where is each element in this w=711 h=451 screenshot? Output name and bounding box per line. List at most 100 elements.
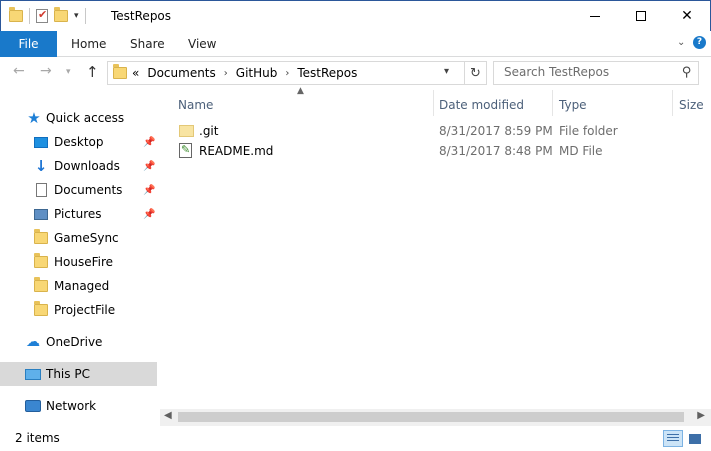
sidebar-item-label: Quick access [46,111,125,125]
tab-file[interactable]: File [0,31,57,57]
breadcrumb: « Documents › GitHub › TestRepos [132,66,357,80]
title-bar: ▾ TestRepos ✕ [0,0,711,31]
star-icon: ★ [27,109,41,127]
tab-share[interactable]: Share [130,31,165,57]
sidebar-item-desktop[interactable]: Desktop 📌 [0,130,157,154]
folder-icon [179,123,194,137]
navigation-pane: ★ Quick access Desktop 📌 ↓ Downloads 📌 D… [0,88,160,427]
column-header-size[interactable]: Size [679,94,704,116]
column-divider[interactable] [433,90,434,116]
sidebar-item-this-pc[interactable]: This PC [0,362,157,386]
sidebar-item-housefire[interactable]: HouseFire [0,250,157,274]
tab-home[interactable]: Home [71,31,106,57]
maximize-icon [636,11,646,21]
help-icon[interactable]: ? [693,36,706,49]
folder-icon [33,253,49,270]
sidebar-item-onedrive[interactable]: ☁ OneDrive [0,330,157,354]
properties-icon[interactable] [36,8,48,23]
column-divider[interactable] [552,90,553,116]
maximize-button[interactable] [618,1,664,31]
up-icon[interactable]: ↑ [86,63,99,81]
customize-toolbar-dropdown-icon[interactable]: ▾ [74,11,79,21]
breadcrumb-github[interactable]: GitHub [236,66,278,80]
cloud-icon: ☁ [26,334,40,350]
sidebar-item-documents[interactable]: Documents 📌 [0,178,157,202]
refresh-icon: ↻ [470,65,481,81]
desktop-icon [33,134,49,150]
file-row[interactable]: .git 8/31/2017 8:59 PM File folder [177,121,697,141]
horizontal-scrollbar[interactable]: ◀ ▶ [160,409,711,426]
folder-icon [33,277,49,294]
breadcrumb-overflow[interactable]: « [132,66,139,80]
search-box[interactable]: ⚲ [493,61,699,85]
scroll-right-icon[interactable]: ▶ [697,410,705,421]
folder-icon [33,301,49,318]
sidebar-item-label: ProjectFile [54,303,116,317]
sidebar-item-network[interactable]: Network [0,394,157,418]
chevron-right-icon[interactable]: › [224,68,228,79]
back-icon[interactable]: ← [13,63,25,79]
chevron-right-icon[interactable]: › [285,68,289,79]
column-divider[interactable] [672,90,673,116]
sidebar-item-label: Downloads [54,159,120,173]
tab-view[interactable]: View [188,31,216,57]
markdown-file-icon [179,143,192,158]
file-date: 8/31/2017 8:59 PM [439,124,553,138]
network-icon [25,398,41,414]
file-name: .git [199,124,219,138]
address-bar[interactable]: « Documents › GitHub › TestRepos ▾ ↻ [107,61,487,85]
address-row: ← → ▾ ↑ « Documents › GitHub › TestRepos… [0,57,711,88]
sidebar-item-projectfile[interactable]: ProjectFile [0,298,157,322]
folder-icon[interactable] [9,7,23,22]
file-list: ▲ Name Date modified Type Size .git 8/31… [160,86,711,427]
toolbar-divider [84,8,86,24]
computer-icon [25,366,41,382]
sidebar-item-pictures[interactable]: Pictures 📌 [0,202,157,226]
breadcrumb-documents[interactable]: Documents [147,66,215,80]
file-type: MD File [559,144,603,158]
refresh-button[interactable]: ↻ [464,62,486,84]
pin-icon[interactable]: 📌 [143,137,155,148]
sidebar-item-quick-access[interactable]: ★ Quick access [0,106,157,130]
sidebar-item-label: HouseFire [54,255,114,269]
details-view-button[interactable] [663,430,683,447]
status-bar: 2 items [0,427,711,451]
sidebar-item-label: This PC [46,367,90,381]
sidebar-item-label: GameSync [54,231,119,245]
pin-icon[interactable]: 📌 [143,209,155,220]
pictures-icon [33,206,49,222]
column-header-date-modified[interactable]: Date modified [439,94,524,116]
forward-icon[interactable]: → [40,63,52,79]
column-header-name[interactable]: Name [178,94,213,116]
file-row[interactable]: README.md 8/31/2017 8:48 PM MD File [177,141,697,161]
file-date: 8/31/2017 8:48 PM [439,144,553,158]
search-input[interactable] [504,65,674,79]
minimize-button[interactable] [572,1,618,31]
sidebar-item-gamesync[interactable]: GameSync [0,226,157,250]
recent-locations-icon[interactable]: ▾ [66,67,71,77]
close-button[interactable]: ✕ [664,1,710,31]
sidebar-item-downloads[interactable]: ↓ Downloads 📌 [0,154,157,178]
scrollbar-thumb[interactable] [178,412,684,422]
folder-icon [113,64,127,79]
item-count: 2 items [15,431,60,445]
new-folder-icon[interactable] [54,7,68,22]
column-header-type[interactable]: Type [559,94,587,116]
sidebar-item-label: Managed [54,279,110,293]
file-type: File folder [559,124,618,138]
address-history-dropdown-icon[interactable]: ▾ [444,66,449,77]
search-icon[interactable]: ⚲ [682,65,692,80]
sidebar-item-label: Network [46,399,97,413]
sidebar-item-managed[interactable]: Managed [0,274,157,298]
scroll-left-icon[interactable]: ◀ [164,410,172,421]
expand-ribbon-icon[interactable]: ⌄ [677,37,685,48]
pin-icon[interactable]: 📌 [143,185,155,196]
folder-icon [33,229,49,246]
file-name: README.md [199,144,274,158]
minimize-icon [590,15,600,17]
breadcrumb-testrepos[interactable]: TestRepos [297,66,357,80]
close-icon: ✕ [681,8,693,24]
sidebar-item-label: Pictures [54,207,102,221]
pin-icon[interactable]: 📌 [143,161,155,172]
large-icons-view-button[interactable] [685,430,705,447]
